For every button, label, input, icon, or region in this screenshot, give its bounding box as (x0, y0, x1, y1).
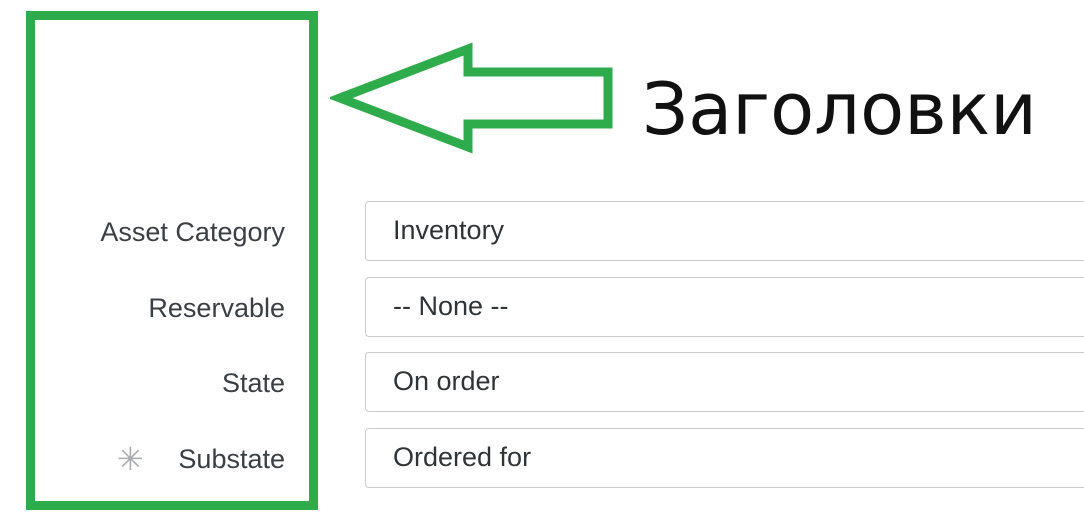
form-row-reservable: Reservable -- None -- (0, 277, 1084, 339)
substate-label: Substate (178, 444, 285, 474)
required-asterisk-icon: ✳ (117, 440, 144, 478)
annotation-title: Заголовки (642, 67, 1037, 151)
state-label: State (221, 368, 285, 398)
state-select[interactable]: On order (365, 352, 1084, 412)
asset-category-field[interactable]: Inventory (365, 201, 1084, 261)
form-row-state: State On order (0, 352, 1084, 414)
form-row-substate: ✳ Substate Ordered for (0, 428, 1084, 490)
screenshot-canvas: Заголовки Asset Category Inventory Reser… (0, 0, 1084, 523)
asset-category-label: Asset Category (100, 217, 285, 247)
left-arrow-icon (330, 42, 613, 154)
reservable-select[interactable]: -- None -- (365, 277, 1084, 337)
form-row-asset-category: Asset Category Inventory (0, 201, 1084, 263)
substate-select[interactable]: Ordered for (365, 428, 1084, 488)
reservable-label: Reservable (148, 293, 285, 323)
